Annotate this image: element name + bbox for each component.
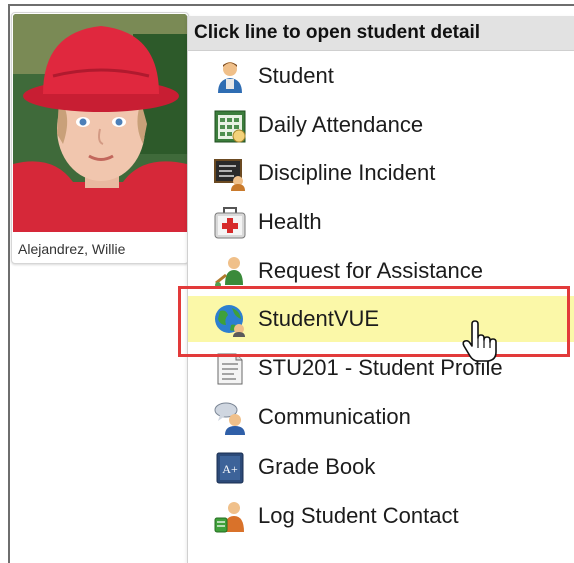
log-contact-icon [214, 500, 246, 534]
student-name: Alejandrez, Willie [18, 241, 126, 257]
menu-item-label: Daily Attendance [258, 112, 424, 137]
student-photo [13, 14, 187, 232]
health-kit-icon [214, 206, 246, 240]
menu-item-label: Grade Book [258, 454, 376, 479]
menu-item-stu201-student-profile[interactable]: STU201 - Student Profile [188, 345, 574, 391]
frame-border-top [8, 4, 574, 6]
student-detail-menu: Click line to open student detail Studen… [187, 16, 574, 563]
discipline-chalkboard-icon [214, 157, 246, 191]
menu-header-text: Click line to open student detail [194, 22, 481, 43]
student-icon [214, 60, 246, 94]
globe-icon [214, 303, 246, 337]
menu-item-studentvue[interactable]: StudentVUE [188, 296, 574, 342]
menu-item-discipline-incident[interactable]: Discipline Incident [188, 150, 574, 196]
menu-item-student[interactable]: Student [188, 53, 574, 99]
request-assistance-icon [214, 255, 246, 289]
attendance-calendar-icon [214, 109, 246, 143]
menu-item-label: Student [258, 63, 334, 88]
menu-item-label: Health [258, 209, 322, 234]
grade-book-icon: A+ [214, 451, 246, 485]
menu-header: Click line to open student detail [188, 16, 574, 51]
menu-item-label: StudentVUE [258, 306, 380, 331]
menu-item-label: Request for Assistance [258, 258, 484, 283]
menu-item-daily-attendance[interactable]: Daily Attendance [188, 102, 574, 148]
svg-text:A+: A+ [222, 462, 238, 476]
menu-item-log-student-contact[interactable]: Log Student Contact [188, 493, 574, 539]
report-document-icon [214, 352, 246, 386]
menu-item-label: Communication [258, 404, 411, 429]
menu-item-label: Log Student Contact [258, 503, 459, 528]
menu-item-label: Discipline Incident [258, 160, 436, 185]
menu-item-health[interactable]: Health [188, 199, 574, 245]
menu-item-grade-book[interactable]: A+ Grade Book [188, 444, 574, 490]
menu-item-communication[interactable]: Communication [188, 394, 574, 440]
hand-pointer-cursor-icon [460, 320, 500, 362]
student-card[interactable]: Alejandrez, Willie [11, 12, 189, 264]
menu-item-request-for-assistance[interactable]: Request for Assistance [188, 248, 574, 294]
communication-icon [214, 401, 246, 435]
frame-border-left [8, 4, 10, 563]
